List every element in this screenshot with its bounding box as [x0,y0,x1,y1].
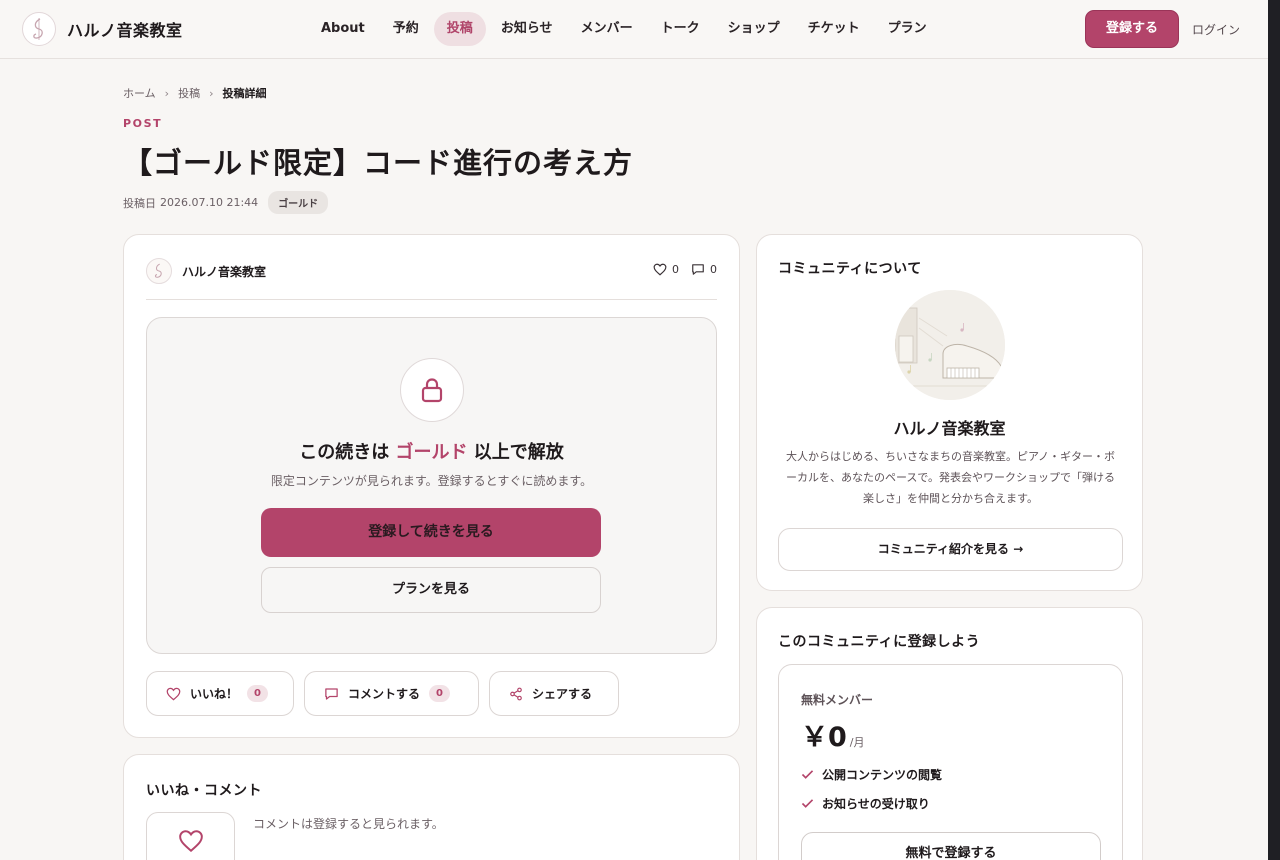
nav-reservation[interactable]: 予約 [380,12,432,46]
tier-badge: ゴールド [268,191,329,214]
plan-feature-text: お知らせの受け取り [822,797,930,811]
plan-price: ￥0 /月 [801,715,865,754]
community-name: ハルノ音楽教室 [893,419,1006,438]
like-button-count: 0 [247,685,268,702]
join-community-card: このコミュニティに登録しよう 無料メンバー ￥0 /月 公開コンテンツの閲覧 お… [756,607,1143,860]
breadcrumb-separator: › [209,86,214,100]
comment-button[interactable]: コメントする 0 [304,671,479,716]
comment-icon [325,687,338,700]
breadcrumb: ホーム › 投稿 › 投稿詳細 [123,85,266,101]
post-date: 2026.07.10 21:44 [160,196,259,209]
plan-card: 無料メンバー ￥0 /月 公開コンテンツの閲覧 お知らせの受け取り 無料で登録す… [778,664,1123,860]
community-image [895,290,1005,400]
nav-news[interactable]: お知らせ [488,12,566,46]
comments-like-button[interactable] [146,812,235,860]
unlock-heading-prefix: この続きは [299,442,390,463]
nav-plans[interactable]: プラン [875,12,940,46]
plan-name: 無料メンバー [801,693,874,707]
register-continue-button[interactable]: 登録して続きを見る [261,508,601,557]
breadcrumb-home[interactable]: ホーム [123,85,156,101]
brand-link[interactable]: ハルノ音楽教室 [22,12,183,46]
view-plans-button[interactable]: プランを見る [261,567,601,613]
comment-stat: 0 [691,263,717,276]
scrollbar[interactable] [1268,0,1280,860]
site-header: ハルノ音楽教室 About 予約 投稿 お知らせ メンバー トーク ショップ チ… [0,0,1268,59]
avatar [146,258,172,284]
comments-title: いいね・コメント [146,783,262,799]
plan-feature: お知らせの受け取り [801,795,930,812]
post-meta: 投稿日 2026.07.10 21:44 ゴールド [123,191,329,214]
register-button[interactable]: 登録する [1085,10,1179,48]
heart-icon [166,687,181,700]
plan-feature: 公開コンテンツの閲覧 [801,766,942,783]
join-title: このコミュニティに登録しよう [778,634,981,650]
post-card: ハルノ音楽教室 0 0 この続きは ゴールド 以上で解放 限定コンテンツが見られ… [123,234,740,738]
share-button-label: シェアする [532,687,593,701]
comment-button-label: コメントする [348,687,421,701]
community-intro-button[interactable]: コミュニティ紹介を見る → [778,528,1123,571]
heart-icon [653,263,667,276]
community-description: 大人からはじめる、ちいさなまちの音楽教室。ピアノ・ギター・ボーカルを、あなたのペ… [785,450,1115,505]
author-name: ハルノ音楽教室 [182,264,267,279]
page-title: 【ゴールド限定】コード進行の考え方 [123,146,634,180]
nav-members[interactable]: メンバー [568,12,646,46]
unlock-heading-suffix: 以上で解放 [473,442,564,463]
nav-about[interactable]: About [308,12,378,46]
comments-note: コメントは登録すると見られます。 [253,817,444,831]
check-icon [801,770,814,779]
price-unit: /月 [849,736,865,749]
about-community-card: コミュニティについて ハルノ音楽教室 大人からはじめる、ちいさなまちの音楽教室。… [756,234,1143,591]
about-title: コミュニティについて [778,261,922,277]
main-nav: About 予約 投稿 お知らせ メンバー トーク ショップ チケット プラン [308,12,942,46]
check-icon [801,799,814,808]
comment-icon [692,264,704,275]
unlock-heading-tier: ゴールド [395,442,468,463]
likes-comments-card: いいね・コメント コメントは登録すると見られます。 [123,754,740,860]
breadcrumb-separator: › [164,86,170,100]
comment-button-count: 0 [429,685,450,702]
like-count: 0 [672,263,679,276]
like-button-label: いいね！ [190,687,239,701]
brand-name: ハルノ音楽教室 [67,21,183,40]
nav-shop[interactable]: ショップ [715,12,793,46]
unlock-description: 限定コンテンツが見られます。登録するとすぐに読めます。 [270,474,593,488]
locked-content-panel: この続きは ゴールド 以上で解放 限定コンテンツが見られます。登録するとすぐに読… [146,317,717,654]
date-label: 投稿日 [123,196,156,210]
comment-count: 0 [710,263,717,276]
unlock-heading: この続きは ゴールド 以上で解放 [147,438,716,464]
nav-posts[interactable]: 投稿 [433,12,486,46]
plan-feature-text: 公開コンテンツの閲覧 [822,768,943,782]
price-amount: ￥0 [801,722,847,753]
nav-tickets[interactable]: チケット [795,12,873,46]
share-icon [510,687,522,700]
author[interactable]: ハルノ音楽教室 [146,258,266,284]
free-register-button[interactable]: 無料で登録する [801,832,1101,860]
nav-talk[interactable]: トーク [648,12,713,46]
like-button[interactable]: いいね！ 0 [146,671,294,716]
breadcrumb-current: 投稿詳細 [222,87,267,100]
like-stat: 0 [653,263,679,276]
logo-icon [22,12,56,46]
lock-icon [400,358,464,422]
heart-icon [178,830,203,853]
post-stats: 0 0 [653,263,717,276]
divider [146,299,717,300]
share-button[interactable]: シェアする [489,671,619,716]
section-label: POST [123,117,163,130]
breadcrumb-posts[interactable]: 投稿 [178,85,200,101]
login-link[interactable]: ログイン [1192,21,1240,38]
